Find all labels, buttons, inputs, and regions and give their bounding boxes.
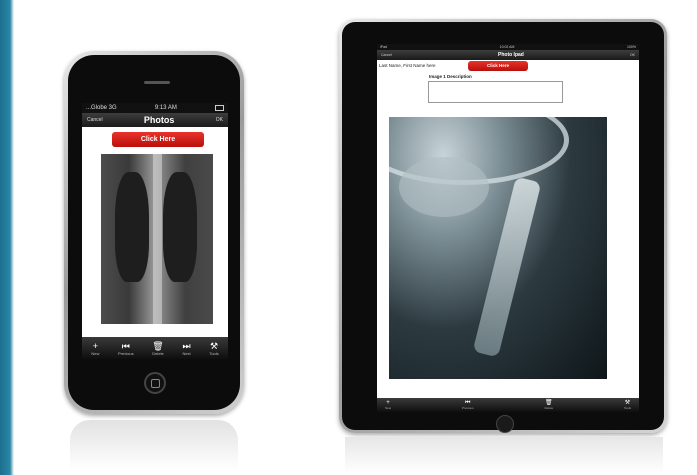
previous-label: Previous <box>461 406 474 410</box>
iphone-reflection <box>70 420 238 470</box>
ok-button[interactable]: OK <box>630 53 635 57</box>
new-label: New <box>385 406 392 410</box>
tools-label: Tools <box>623 406 631 410</box>
description-input[interactable] <box>428 81 563 103</box>
spine <box>153 154 162 324</box>
ipad-device: iPad 10:02 AM 100% Cancel Photo Ipad OK … <box>339 19 667 433</box>
delete-label: Delete <box>544 406 554 410</box>
cancel-button[interactable]: Cancel <box>87 117 103 123</box>
next-label: Next <box>182 350 191 356</box>
neck-xray-image <box>389 117 607 379</box>
tools-button[interactable]: ⚒ Tools <box>209 341 218 356</box>
clock-text: 10:02 AM <box>499 45 515 49</box>
click-here-button[interactable]: Click Here <box>112 132 204 147</box>
ipad-face: iPad 10:02 AM 100% Cancel Photo Ipad OK … <box>342 22 664 433</box>
clock-text: 9:13 AM <box>154 105 177 111</box>
cancel-button[interactable]: Cancel <box>381 53 392 57</box>
plus-icon: + <box>92 340 98 351</box>
ipad-screen: iPad 10:02 AM 100% Cancel Photo Ipad OK … <box>377 44 639 412</box>
tools-icon: ⚒ <box>209 340 219 351</box>
iphone-toolbar: + New ⏮ Previous 🗑 Delete ⏭ Next ⚒ Tools <box>82 337 228 359</box>
new-label: New <box>91 350 100 356</box>
page-title: Photo Ipad <box>498 52 524 58</box>
device-text: iPad <box>380 45 388 49</box>
iphone-device: ...Globe 3G 9:13 AM Cancel Photos OK Cli… <box>64 51 244 414</box>
previous-icon: ⏮ <box>121 340 130 351</box>
carrier-text: ...Globe 3G <box>86 105 117 111</box>
speaker-grille <box>144 81 170 84</box>
battery-icon <box>214 105 224 111</box>
chest-xray-image <box>101 154 213 324</box>
delete-button[interactable]: 🗑 Delete <box>152 341 164 356</box>
lung-left <box>115 172 149 282</box>
iphone-screen: ...Globe 3G 9:13 AM Cancel Photos OK Cli… <box>82 103 228 359</box>
ipad-nav-bar: Cancel Photo Ipad OK <box>377 50 639 60</box>
home-button[interactable] <box>144 372 166 394</box>
ipad-reflection <box>345 437 663 473</box>
page-title: Photos <box>143 115 175 125</box>
tools-label: Tools <box>209 350 219 356</box>
iphone-status-bar: ...Globe 3G 9:13 AM <box>82 103 228 113</box>
iphone-face: ...Globe 3G 9:13 AM Cancel Photos OK Cli… <box>68 55 240 410</box>
lung-right <box>163 172 197 282</box>
iphone-nav-bar: Cancel Photos OK <box>82 113 228 127</box>
cervical-spine <box>472 176 542 358</box>
ok-button[interactable]: OK <box>216 117 223 123</box>
next-button[interactable]: ⏭ Next <box>182 341 190 356</box>
jaw <box>399 157 489 217</box>
description-label: Image 1 Description <box>429 74 472 79</box>
delete-button[interactable]: 🗑 Delete <box>544 400 553 410</box>
next-icon: ⏭ <box>182 340 191 351</box>
ipad-toolbar: + New ⏮ Previous 🗑 Delete ⚒ Tools <box>377 398 639 412</box>
click-here-button[interactable]: Click Here <box>468 61 528 71</box>
home-button[interactable] <box>496 415 514 433</box>
battery-text: 100% <box>627 45 636 49</box>
previous-label: Previous <box>118 350 134 356</box>
trash-icon: 🗑 <box>152 340 164 351</box>
previous-button[interactable]: ⏮ Previous <box>462 400 474 410</box>
delete-label: Delete <box>152 350 164 356</box>
previous-button[interactable]: ⏮ Previous <box>118 341 134 356</box>
tools-button[interactable]: ⚒ Tools <box>624 400 631 410</box>
new-button[interactable]: + New <box>91 341 99 356</box>
patient-name-text: Last Name, First Name here <box>379 63 436 68</box>
new-button[interactable]: + New <box>385 400 391 410</box>
